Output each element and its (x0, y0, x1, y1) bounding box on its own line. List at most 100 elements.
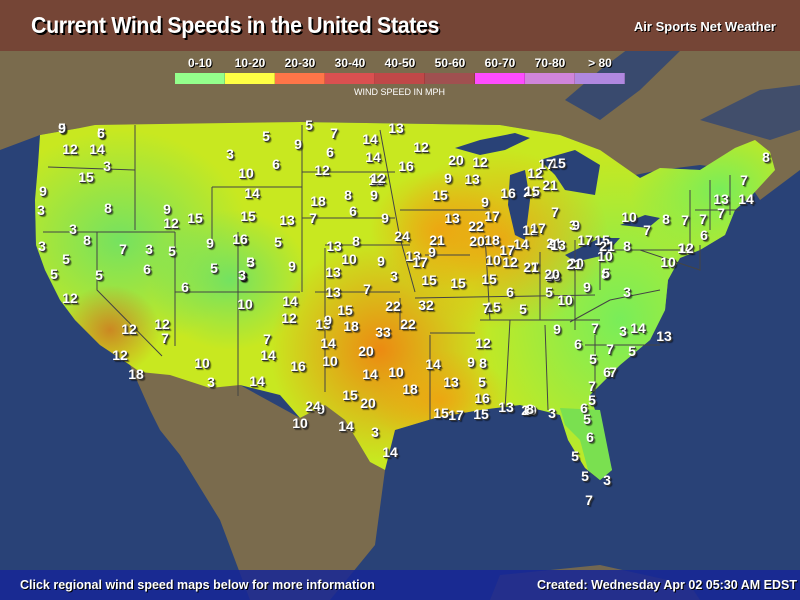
wind-speed-reading[interactable]: 9 (324, 312, 332, 328)
wind-speed-reading[interactable]: 12 (413, 139, 429, 155)
wind-speed-reading[interactable]: 15 (421, 272, 437, 288)
wind-speed-reading[interactable]: 14 (425, 356, 441, 372)
wind-speed-reading[interactable]: 14 (249, 373, 265, 389)
wind-speed-reading[interactable]: 20 (360, 395, 376, 411)
wind-speed-reading[interactable]: 10 (322, 353, 338, 369)
wind-speed-reading[interactable]: 33 (375, 324, 391, 340)
wind-speed-reading[interactable]: 12 (370, 170, 386, 186)
wind-speed-reading[interactable]: 14 (362, 131, 378, 147)
wind-speed-reading[interactable]: 17 (577, 232, 593, 248)
wind-speed-reading[interactable]: 6 (272, 156, 280, 172)
wind-speed-reading[interactable]: 7 (699, 211, 707, 227)
wind-speed-reading[interactable]: 13 (325, 284, 341, 300)
wind-speed-reading[interactable]: 5 (571, 448, 579, 464)
wind-speed-reading[interactable]: 5 (581, 468, 589, 484)
wind-speed-reading[interactable]: 3 (226, 146, 234, 162)
wind-speed-reading[interactable]: 15 (433, 405, 449, 421)
wind-speed-reading[interactable]: 6 (506, 284, 514, 300)
wind-speed-reading[interactable]: 12 (163, 215, 179, 231)
wind-speed-reading[interactable]: 3 (619, 323, 627, 339)
wind-speed-reading[interactable]: 12 (62, 290, 78, 306)
wind-speed-reading[interactable]: 22 (400, 316, 416, 332)
wind-speed-reading[interactable]: 20 (469, 233, 485, 249)
wind-speed-reading[interactable]: 9 (58, 120, 66, 136)
wind-speed-reading[interactable]: 7 (681, 212, 689, 228)
wind-speed-reading[interactable]: 18 (343, 318, 359, 334)
wind-speed-reading[interactable]: 14 (738, 191, 754, 207)
wind-speed-reading[interactable]: 5 (95, 267, 103, 283)
wind-speed-reading[interactable]: 7 (263, 331, 271, 347)
wind-speed-reading[interactable]: 3 (548, 405, 556, 421)
wind-speed-reading[interactable]: 14 (630, 320, 646, 336)
wind-speed-reading[interactable]: 5 (50, 266, 58, 282)
wind-speed-reading[interactable]: 18 (128, 366, 144, 382)
wind-speed-reading[interactable]: 9 (377, 253, 385, 269)
wind-speed-reading[interactable]: 7 (309, 210, 317, 226)
wind-speed-reading[interactable]: 12 (314, 162, 330, 178)
wind-speed-reading[interactable]: 9 (39, 183, 47, 199)
wind-speed-reading[interactable]: 3 (238, 267, 246, 283)
wind-speed-reading[interactable]: 14 (89, 141, 105, 157)
wind-speed-reading[interactable]: 3 (371, 424, 379, 440)
wind-speed-reading[interactable]: 7 (740, 172, 748, 188)
wind-speed-reading[interactable]: 10 (237, 296, 253, 312)
wind-speed-reading[interactable]: 9 (572, 217, 580, 233)
wind-speed-reading[interactable]: 7 (161, 330, 169, 346)
wind-speed-reading[interactable]: 17 (448, 407, 464, 423)
wind-speed-reading[interactable]: 14 (513, 236, 529, 252)
wind-speed-reading[interactable]: 22 (468, 218, 484, 234)
wind-speed-reading[interactable]: 17 (412, 254, 428, 270)
wind-speed-reading[interactable]: 14 (365, 149, 381, 165)
wind-speed-reading[interactable]: 13 (325, 264, 341, 280)
wind-speed-reading[interactable]: 9 (294, 136, 302, 152)
wind-speed-reading[interactable]: 18 (402, 381, 418, 397)
wind-speed-reading[interactable]: 7 (643, 222, 651, 238)
wind-speed-reading[interactable]: 3 (38, 238, 46, 254)
wind-speed-reading[interactable]: 5 (168, 243, 176, 259)
wind-speed-reading[interactable]: 13 (279, 212, 295, 228)
wind-speed-reading[interactable]: 6 (181, 279, 189, 295)
wind-speed-reading[interactable]: 10 (660, 254, 676, 270)
wind-speed-reading[interactable]: 17 (530, 220, 546, 236)
wind-speed-reading[interactable]: 13 (443, 374, 459, 390)
wind-speed-reading[interactable]: 14 (244, 185, 260, 201)
wind-speed-reading[interactable]: 10 (557, 292, 573, 308)
wind-speed-reading[interactable]: 3 (103, 158, 111, 174)
wind-speed-reading[interactable]: 12 (475, 335, 491, 351)
wind-speed-reading[interactable]: 8 (623, 238, 631, 254)
wind-speed-reading[interactable]: 13 (326, 238, 342, 254)
wind-speed-reading[interactable]: 3 (69, 221, 77, 237)
wind-speed-reading[interactable]: 12 (62, 141, 78, 157)
wind-speed-reading[interactable]: 10 (597, 248, 613, 264)
wind-speed-reading[interactable]: 20 (358, 343, 374, 359)
wind-speed-reading[interactable]: 7 (606, 341, 614, 357)
wind-speed-reading[interactable]: 16 (290, 358, 306, 374)
wind-speed-reading[interactable]: 5 (210, 260, 218, 276)
wind-speed-reading[interactable]: 6 (326, 144, 334, 160)
wind-speed-reading[interactable]: 8 (662, 211, 670, 227)
wind-speed-reading[interactable]: 7 (363, 281, 371, 297)
wind-speed-reading[interactable]: 3 (145, 241, 153, 257)
wind-speed-reading[interactable]: 10 (238, 165, 254, 181)
wind-speed-reading[interactable]: 3 (390, 268, 398, 284)
wind-speed-reading[interactable]: 3 (623, 284, 631, 300)
wind-speed-reading[interactable]: 10 (388, 364, 404, 380)
wind-speed-reading[interactable]: 10 (292, 415, 308, 431)
wind-speed-reading[interactable]: 13 (713, 191, 729, 207)
wind-speed-reading[interactable]: 8 (479, 355, 487, 371)
wind-speed-reading[interactable]: 9 (583, 279, 591, 295)
wind-speed-reading[interactable]: 12 (472, 154, 488, 170)
wind-speed-reading[interactable]: 32 (418, 297, 434, 313)
wind-speed-reading[interactable]: 14 (282, 293, 298, 309)
wind-speed-reading[interactable]: 24 (305, 398, 321, 414)
wind-speed-reading[interactable]: 16 (232, 231, 248, 247)
wind-speed-reading[interactable]: 7 (119, 241, 127, 257)
wind-speed-reading[interactable]: 16 (474, 390, 490, 406)
wind-speed-reading[interactable]: 5 (305, 117, 313, 133)
wind-speed-reading[interactable]: 5 (519, 301, 527, 317)
wind-speed-reading[interactable]: 5 (589, 351, 597, 367)
wind-speed-reading[interactable]: 15 (524, 183, 540, 199)
wind-speed-reading[interactable]: 15 (450, 275, 466, 291)
wind-speed-reading[interactable]: 8 (104, 200, 112, 216)
wind-speed-reading[interactable]: 3 (603, 472, 611, 488)
